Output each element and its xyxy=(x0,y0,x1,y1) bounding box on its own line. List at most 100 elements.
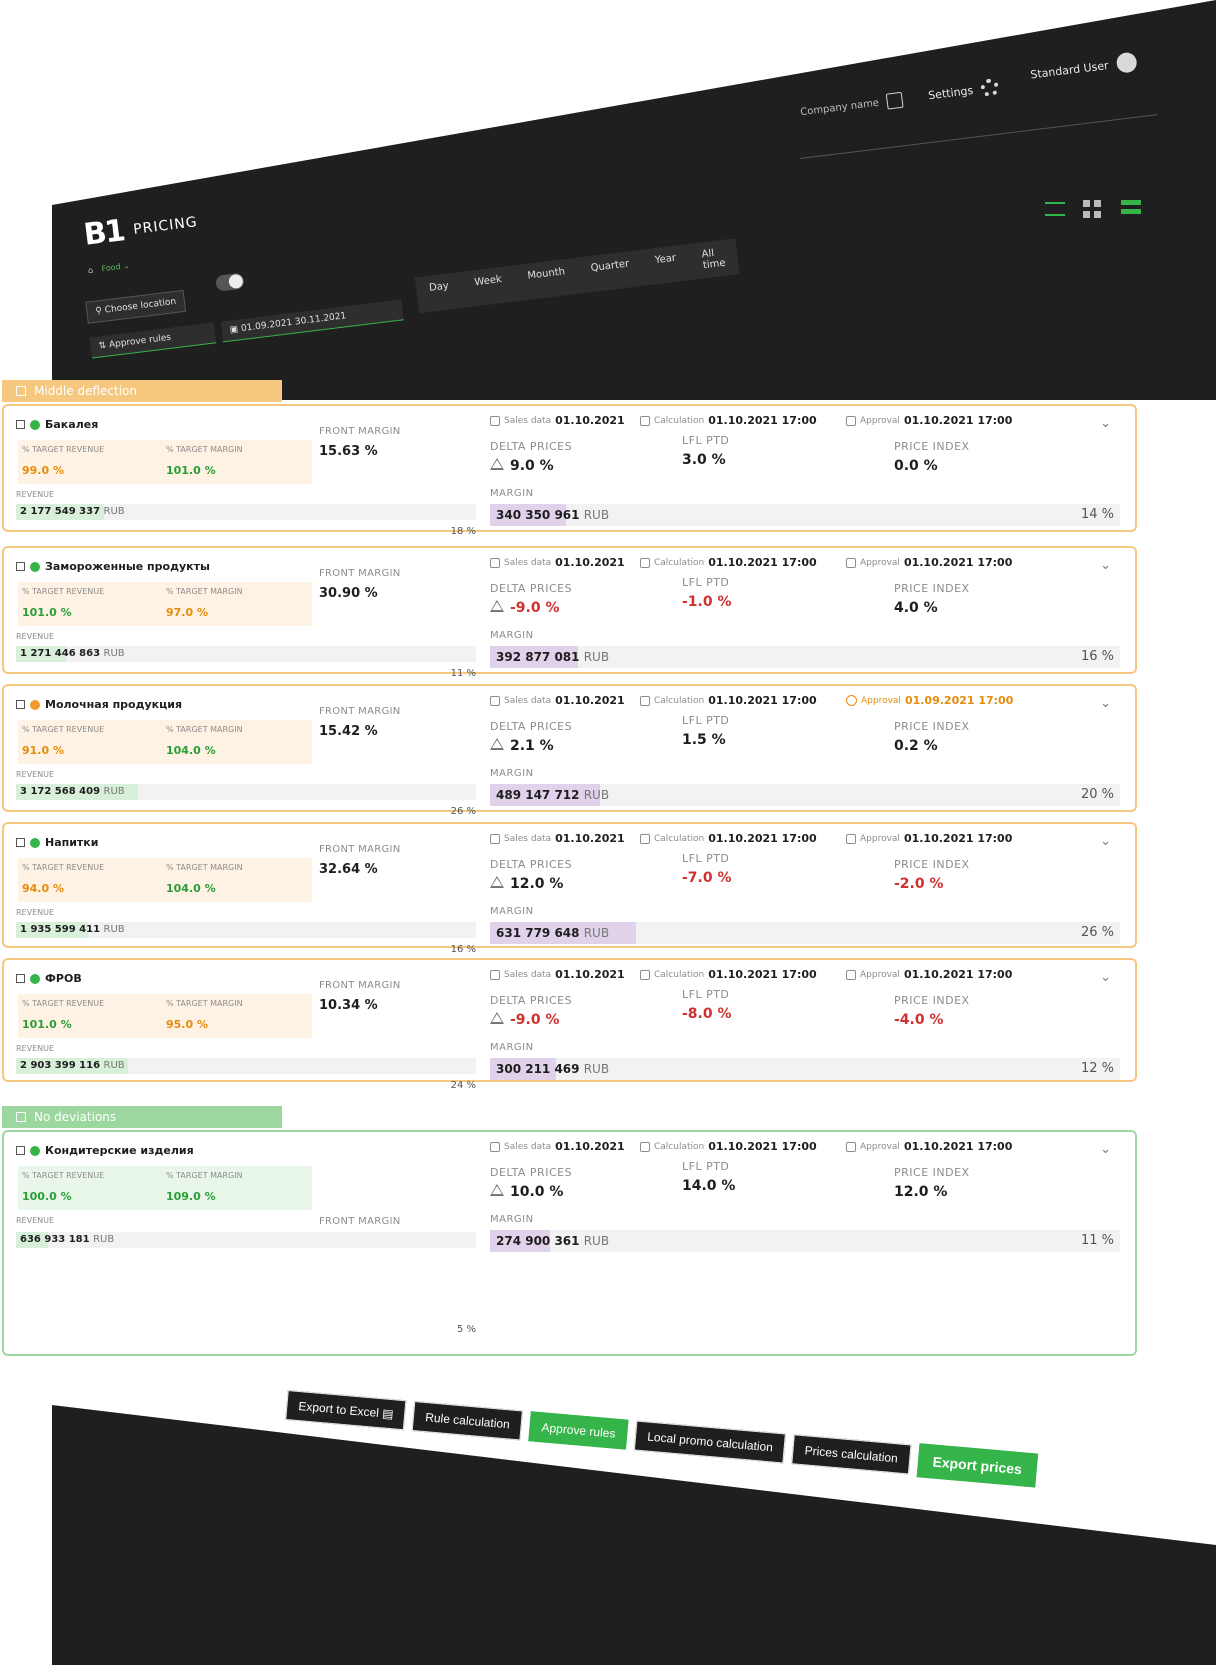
target-revenue-value: 94.0 % xyxy=(22,882,64,895)
delta-prices-label: DELTA PRICES xyxy=(490,440,573,453)
row-checkbox[interactable] xyxy=(16,562,25,571)
target-margin-label: % TARGET MARGIN xyxy=(166,863,243,872)
home-icon: ⌂ xyxy=(87,265,94,275)
category-card[interactable]: Замороженные продукты % TARGET REVENUE 1… xyxy=(2,546,1137,679)
sales-data-label: Sales data xyxy=(504,695,552,706)
category-card[interactable]: Молочная продукция % TARGET REVENUE 91.0… xyxy=(2,684,1137,817)
export-excel-label: Export to Excel xyxy=(297,1399,380,1420)
lfl-ptd-value: 1.5 % xyxy=(682,732,726,748)
row-checkbox[interactable] xyxy=(16,700,25,709)
prices-calculation-button[interactable]: Prices calculation xyxy=(791,1434,912,1475)
lfl-ptd-value: 3.0 % xyxy=(682,452,726,468)
front-margin-label: FRONT MARGIN xyxy=(319,844,401,855)
approval-date: 01.10.2021 17:00 xyxy=(903,414,1013,427)
filter-sliders-icon[interactable] xyxy=(1045,202,1065,216)
target-margin-label: % TARGET MARGIN xyxy=(166,1171,243,1180)
chevron-down-icon[interactable]: ⌄ xyxy=(1100,1142,1111,1157)
rule-calculation-button[interactable]: Rule calculation xyxy=(412,1401,524,1441)
ok-status-icon xyxy=(30,973,40,984)
chevron-down-icon[interactable]: ⌄ xyxy=(1100,696,1111,711)
group-checkbox[interactable] xyxy=(16,1112,26,1122)
target-margin-value: 101.0 % xyxy=(166,464,216,477)
target-margin-label: % TARGET MARGIN xyxy=(166,445,243,454)
front-margin-label: FRONT MARGIN xyxy=(319,426,401,437)
ok-status-icon xyxy=(30,561,40,572)
margin-share: 14 % xyxy=(1080,507,1114,522)
row-checkbox[interactable] xyxy=(16,420,25,429)
group-header-middle-deflection[interactable]: Middle deflection xyxy=(2,380,282,402)
tab-year[interactable]: Year xyxy=(640,244,691,285)
calendar-icon xyxy=(640,557,650,568)
calendar-icon xyxy=(640,415,650,426)
approval-date: 01.10.2021 17:00 xyxy=(903,968,1013,981)
sales-data-label: Sales data xyxy=(504,415,552,426)
margin-share: 20 % xyxy=(1080,787,1114,802)
row-checkbox[interactable] xyxy=(16,974,25,983)
approval-date: 01.09.2021 17:00 xyxy=(904,694,1014,707)
delta-prices-value: 9.0 % xyxy=(490,458,554,474)
approval-meta: Approval 01.10.2021 17:00 xyxy=(846,832,1012,845)
revenue-share: 26 % xyxy=(450,806,476,817)
revenue-value: 3 172 568 409 RUB xyxy=(20,786,125,797)
chevron-down-icon[interactable]: ⌄ xyxy=(1100,416,1111,431)
category-name: Кондитерские изделия xyxy=(45,1144,194,1157)
price-index-label: PRICE INDEX xyxy=(894,440,970,453)
calendar-icon xyxy=(846,969,856,980)
front-margin-label: FRONT MARGIN xyxy=(319,980,401,991)
grid-view-icon[interactable] xyxy=(1083,200,1103,218)
category-card[interactable]: Бакалея % TARGET REVENUE 99.0 % % TARGET… xyxy=(2,404,1137,537)
approval-label: Approval xyxy=(860,557,900,568)
target-margin-label: % TARGET MARGIN xyxy=(166,999,243,1008)
tab-month[interactable]: Mounth xyxy=(513,258,581,301)
margin-amount: 340 350 961 xyxy=(496,508,580,522)
margin-bar: 489 147 712 RUB 20 % xyxy=(490,784,1120,806)
delta-prices-label: DELTA PRICES xyxy=(490,994,573,1007)
targets-box: % TARGET REVENUE 101.0 % % TARGET MARGIN… xyxy=(18,582,312,626)
local-promo-calculation-button[interactable]: Local promo calculation xyxy=(634,1420,787,1464)
group-checkbox[interactable] xyxy=(16,386,26,396)
sales-data-date: 01.10.2021 xyxy=(555,968,625,981)
category-title: Замороженные продукты xyxy=(16,560,476,573)
chevron-down-icon[interactable]: ⌄ xyxy=(1100,834,1111,849)
category-card[interactable]: Кондитерские изделия % TARGET REVENUE 10… xyxy=(2,1130,1137,1356)
delta-triangle-icon xyxy=(490,600,504,612)
approve-rules-button[interactable]: Approve rules xyxy=(528,1411,629,1450)
tab-day[interactable]: Day xyxy=(415,272,465,313)
price-index-value: -2.0 % xyxy=(894,876,944,892)
margin-value: 274 900 361 RUB xyxy=(496,1234,609,1248)
lfl-ptd-value: 14.0 % xyxy=(682,1178,736,1194)
chevron-down-icon[interactable]: ⌄ xyxy=(1100,970,1111,985)
group-header-no-deviations[interactable]: No deviations xyxy=(2,1106,282,1128)
calculation-date: 01.10.2021 17:00 xyxy=(708,832,817,845)
category-card[interactable]: Напитки % TARGET REVENUE 94.0 % % TARGET… xyxy=(2,822,1137,955)
margin-amount: 631 779 648 xyxy=(496,926,580,940)
targets-box: % TARGET REVENUE 100.0 % % TARGET MARGIN… xyxy=(18,1166,312,1210)
lfl-ptd-value: -8.0 % xyxy=(682,1006,732,1022)
location-label: Choose location xyxy=(104,296,177,316)
margin-amount: 392 877 081 xyxy=(496,650,580,664)
chevron-down-icon[interactable]: ⌄ xyxy=(1100,558,1111,573)
category-card[interactable]: ФРОВ % TARGET REVENUE 101.0 % % TARGET M… xyxy=(2,958,1137,1091)
category-name: Молочная продукция xyxy=(45,698,183,711)
price-index-label: PRICE INDEX xyxy=(894,720,970,733)
row-checkbox[interactable] xyxy=(16,1146,25,1155)
price-index-label: PRICE INDEX xyxy=(894,994,970,1007)
margin-label: MARGIN xyxy=(490,1214,534,1225)
sales-data-label: Sales data xyxy=(504,833,552,844)
target-margin-value: 95.0 % xyxy=(166,1018,208,1031)
row-checkbox[interactable] xyxy=(16,838,25,847)
list-view-icon[interactable] xyxy=(1121,200,1141,218)
calendar-icon xyxy=(490,557,500,568)
calendar-icon xyxy=(490,969,500,980)
calculation-meta: Calculation 01.10.2021 17:00 xyxy=(640,556,817,569)
lfl-ptd-value: -7.0 % xyxy=(682,870,732,886)
tab-week[interactable]: Week xyxy=(460,266,517,308)
tab-all-time[interactable]: All time xyxy=(687,238,740,280)
front-margin-label: FRONT MARGIN xyxy=(319,706,401,717)
target-revenue-value: 100.0 % xyxy=(22,1190,72,1203)
revenue-value: 2 177 549 337 RUB xyxy=(20,506,125,517)
export-excel-button[interactable]: Export to Excel ▤ xyxy=(285,1389,407,1431)
price-index-value: -4.0 % xyxy=(894,1012,944,1028)
margin-amount: 300 211 469 xyxy=(496,1062,580,1076)
export-prices-button[interactable]: Export prices xyxy=(916,1443,1039,1488)
